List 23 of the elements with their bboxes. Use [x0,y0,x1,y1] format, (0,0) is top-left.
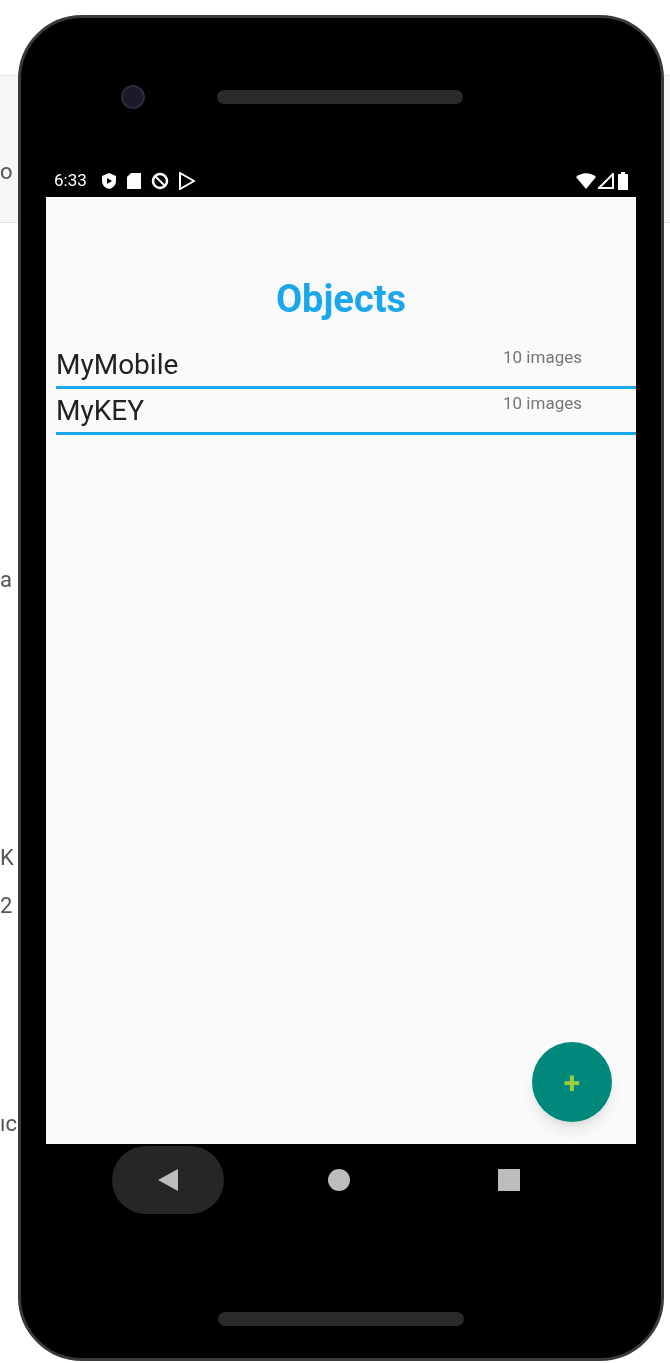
status-time: 6:33 [54,169,87,193]
background-text: a [0,566,13,594]
sd-card-icon [126,173,141,189]
home-icon[interactable] [328,1169,350,1191]
background-text: ıc [0,1110,18,1138]
background-text: K [0,844,15,872]
background-text: 2 [0,892,14,920]
object-list-item[interactable]: MyKEY 10 images [56,389,636,435]
play-store-icon [178,172,195,190]
signal-icon [598,173,614,189]
camera-icon [121,84,145,109]
back-triangle-icon [158,1169,178,1191]
background-text: o [0,158,14,186]
image-count: 10 images [503,392,582,415]
shield-icon [100,172,117,190]
screen-title: Objects [274,276,408,323]
battery-icon [618,172,628,190]
blocked-icon [150,172,169,190]
image-count: 10 images [503,346,582,369]
object-name: MyKEY [56,393,144,429]
object-list-item[interactable]: MyMobile 10 images [56,343,636,389]
wifi-icon [576,173,596,189]
object-name: MyMobile [56,347,179,383]
